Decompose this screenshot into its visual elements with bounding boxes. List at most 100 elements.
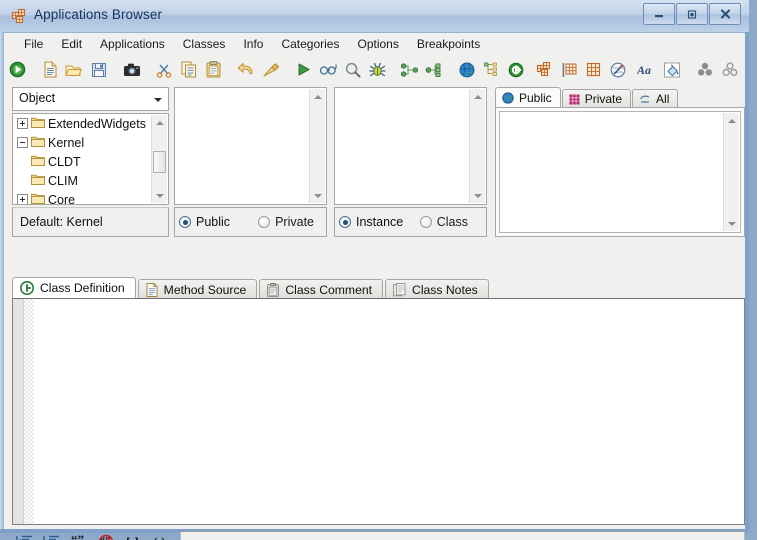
scroll-down-icon[interactable] — [724, 216, 739, 231]
new-file-icon[interactable] — [40, 58, 60, 82]
tab-public[interactable]: Public — [495, 87, 561, 108]
tab-method-source[interactable]: Method Source — [138, 279, 258, 299]
scissors-cut-icon[interactable] — [154, 58, 174, 82]
scroll-down-icon[interactable] — [310, 188, 325, 203]
redo-arrow-icon[interactable] — [260, 58, 280, 82]
editor-text[interactable] — [37, 301, 742, 522]
tab-class-comment[interactable]: Class Comment — [259, 279, 383, 299]
menu-file[interactable]: File — [15, 35, 52, 54]
refresh-circle-icon[interactable] — [506, 58, 526, 82]
expander-minus-icon[interactable] — [17, 137, 28, 148]
side-radio-group: Instance Class — [334, 207, 487, 237]
methods-tab-body — [495, 107, 745, 237]
hierarchy-out-icon[interactable] — [424, 58, 444, 82]
tab-all[interactable]: All — [632, 89, 678, 108]
arrow-loop-icon — [639, 94, 651, 105]
menu-edit[interactable]: Edit — [52, 35, 91, 54]
glasses-inspect-icon[interactable] — [318, 58, 339, 82]
grid-window-icon[interactable] — [583, 58, 603, 82]
camera-icon[interactable] — [121, 58, 141, 82]
quotes-icon[interactable]: “” — [66, 530, 91, 540]
app-grid-icon — [11, 8, 28, 25]
radio-class[interactable]: Class — [416, 215, 472, 229]
editor-tabstrip: Class Definition Method Sourc — [12, 277, 745, 299]
group-outline-icon[interactable] — [720, 58, 740, 82]
close-button[interactable] — [709, 3, 741, 25]
tab-private[interactable]: Private — [562, 89, 631, 108]
tab-label: Class Notes — [412, 283, 478, 297]
applications-combo[interactable]: Object — [12, 87, 169, 111]
tree-nodes-icon[interactable] — [481, 58, 501, 82]
scroll-up-icon[interactable] — [724, 113, 739, 128]
tree-item-cldt[interactable]: CLDT — [13, 152, 168, 171]
quotes-disabled-icon[interactable]: “” — [93, 530, 118, 540]
menu-options[interactable]: Options — [348, 35, 407, 54]
tab-class-notes[interactable]: Class Notes — [385, 279, 489, 299]
brackets-round-icon[interactable]: ( ) — [147, 530, 172, 540]
font-aa-icon[interactable]: Aa — [636, 58, 658, 82]
indent-increase-icon[interactable] — [39, 530, 64, 540]
menu-breakpoints[interactable]: Breakpoints — [408, 35, 489, 54]
clipboard-icon — [267, 283, 279, 297]
radio-private[interactable]: Private — [254, 215, 318, 229]
scroll-up-icon[interactable] — [152, 115, 167, 130]
scroll-up-icon[interactable] — [470, 89, 485, 104]
tree-item-clim[interactable]: CLIM — [13, 171, 168, 190]
tree-item-label: Core — [48, 193, 75, 206]
toolbar: Aa — [5, 55, 742, 84]
group-filled-icon[interactable] — [695, 58, 715, 82]
indent-decrease-icon[interactable] — [12, 530, 37, 540]
radio-public[interactable]: Public — [175, 215, 234, 229]
magnifier-search-icon[interactable] — [343, 58, 363, 82]
scroll-down-icon[interactable] — [152, 188, 167, 203]
menu-categories[interactable]: Categories — [272, 35, 348, 54]
menu-applications[interactable]: Applications — [91, 35, 174, 54]
expander-plus-icon[interactable] — [17, 194, 28, 205]
classes-list-scrollbar[interactable] — [309, 89, 325, 203]
chevron-down-icon — [154, 98, 162, 102]
scroll-down-icon[interactable] — [470, 188, 485, 203]
methods-list-scrollbar[interactable] — [723, 113, 739, 231]
application-window: Applications Browser — [0, 0, 749, 533]
expander-plus-icon[interactable] — [17, 118, 28, 129]
scrollbar-thumb[interactable] — [153, 151, 166, 173]
scroll-up-icon[interactable] — [310, 89, 325, 104]
tree-item-core[interactable]: Core — [13, 190, 168, 205]
methods-list[interactable] — [499, 111, 741, 233]
applications-tree-scrollbar[interactable] — [151, 115, 167, 203]
applications-tree[interactable]: ExtendedWidgets Kernel — [12, 113, 169, 205]
undo-arrow-icon[interactable] — [236, 58, 256, 82]
status-message-field — [180, 531, 745, 540]
minimize-button[interactable] — [643, 3, 675, 25]
save-disk-icon[interactable] — [89, 58, 109, 82]
clipboard-paste-icon[interactable] — [203, 58, 223, 82]
debug-bug-icon[interactable] — [367, 58, 387, 82]
protocols-list-scrollbar[interactable] — [469, 89, 485, 203]
menu-classes[interactable]: Classes — [174, 35, 235, 54]
grid-orange-icon[interactable] — [534, 58, 554, 82]
notes-icon — [393, 283, 406, 297]
copy-icon[interactable] — [179, 58, 199, 82]
hierarchy-in-icon[interactable] — [400, 58, 420, 82]
radio-instance[interactable]: Instance — [335, 215, 407, 229]
menu-info[interactable]: Info — [234, 35, 272, 54]
tree-item-extendedwidgets[interactable]: ExtendedWidgets — [13, 114, 168, 133]
play-green-icon[interactable] — [293, 58, 313, 82]
tab-class-definition[interactable]: Class Definition — [12, 277, 136, 299]
maximize-button[interactable] — [676, 3, 708, 25]
run-icon[interactable] — [7, 58, 27, 82]
globe-icon[interactable] — [457, 58, 477, 82]
paint-bucket-icon[interactable] — [662, 58, 682, 82]
tab-label: Public — [519, 91, 552, 105]
open-folder-icon[interactable] — [64, 58, 84, 82]
radio-dot — [179, 216, 191, 228]
tree-item-kernel[interactable]: Kernel — [13, 133, 168, 152]
classes-list[interactable] — [174, 87, 327, 205]
applications-combo-value: Object — [19, 91, 55, 105]
code-editor[interactable] — [12, 298, 745, 525]
brackets-square-icon[interactable]: [ ] — [120, 530, 145, 540]
protocols-list[interactable] — [334, 87, 487, 205]
status-bar: “” “” [ ] ( ) — [12, 529, 745, 540]
table-grid-icon[interactable] — [559, 58, 579, 82]
compass-globe-icon[interactable] — [608, 58, 628, 82]
